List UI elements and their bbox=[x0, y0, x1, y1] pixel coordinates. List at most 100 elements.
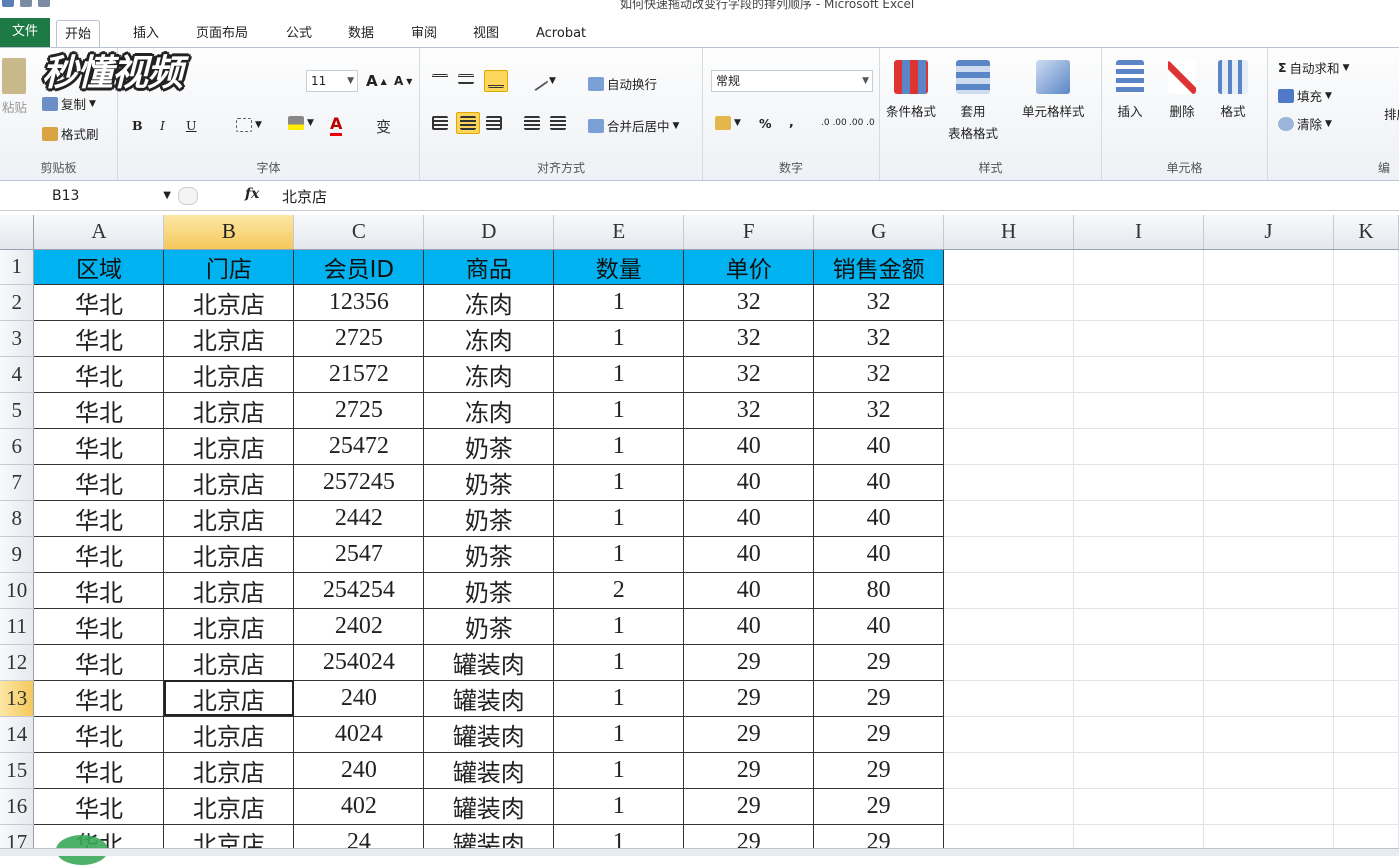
redo-icon[interactable] bbox=[38, 0, 50, 7]
increase-decimal-button[interactable]: .0 .00 bbox=[821, 118, 847, 128]
data-cell[interactable]: 华北 bbox=[33, 751, 165, 789]
border-button[interactable]: ▼ bbox=[236, 118, 262, 132]
data-cell[interactable]: 奶茶 bbox=[423, 499, 555, 537]
active-cell[interactable]: 北京店 bbox=[163, 679, 295, 717]
empty-cell[interactable] bbox=[1203, 680, 1334, 717]
tab-file[interactable]: 文件 bbox=[0, 18, 50, 48]
empty-cell[interactable] bbox=[943, 572, 1075, 609]
data-cell[interactable]: 29 bbox=[683, 787, 815, 825]
row-header[interactable]: 1 bbox=[0, 249, 35, 285]
data-cell[interactable]: 1 bbox=[553, 355, 685, 393]
data-cell[interactable]: 北京店 bbox=[163, 535, 295, 573]
align-center-button[interactable] bbox=[456, 112, 480, 134]
empty-cell[interactable] bbox=[943, 249, 1075, 285]
column-header-i[interactable]: I bbox=[1073, 215, 1204, 250]
wrap-text-button[interactable]: 自动换行 bbox=[588, 74, 657, 93]
tab-home[interactable]: 开始 bbox=[56, 20, 101, 48]
format-cells-button[interactable]: 格式 bbox=[1218, 60, 1248, 120]
data-cell[interactable]: 32 bbox=[813, 355, 945, 393]
empty-cell[interactable] bbox=[1073, 608, 1204, 645]
data-cell[interactable]: 257245 bbox=[293, 463, 425, 501]
column-header-h[interactable]: H bbox=[943, 215, 1075, 250]
empty-cell[interactable] bbox=[943, 752, 1075, 789]
undo-icon[interactable] bbox=[20, 0, 32, 7]
data-cell[interactable]: 北京店 bbox=[163, 427, 295, 465]
worksheet-grid[interactable]: ABCDEFGHIJK 1 区域 门店 会员ID 商品 数量 单价 销售金额 2 华北 北京店 123… bbox=[0, 215, 1399, 856]
empty-cell[interactable] bbox=[943, 716, 1075, 753]
data-cell[interactable]: 北京店 bbox=[163, 319, 295, 357]
empty-cell[interactable] bbox=[1073, 392, 1204, 429]
data-cell[interactable]: 32 bbox=[683, 355, 815, 393]
column-header-e[interactable]: E bbox=[553, 215, 685, 250]
data-cell[interactable]: 40 bbox=[683, 427, 815, 465]
data-cell[interactable]: 21572 bbox=[293, 355, 425, 393]
format-as-table-button[interactable]: 套用 表格格式 bbox=[948, 60, 998, 142]
empty-cell[interactable] bbox=[1203, 536, 1334, 573]
italic-button[interactable]: I bbox=[160, 118, 165, 133]
row-header[interactable]: 4 bbox=[0, 356, 35, 393]
data-cell[interactable]: 华北 bbox=[33, 283, 165, 321]
data-cell[interactable]: 12356 bbox=[293, 283, 425, 321]
data-cell[interactable]: 254024 bbox=[293, 643, 425, 681]
cell-grid[interactable]: ABCDEFGHIJK 1 区域 门店 会员ID 商品 数量 单价 销售金额 2 华北 北京店 123… bbox=[0, 215, 1399, 856]
data-cell[interactable]: 29 bbox=[683, 715, 815, 753]
data-cell[interactable]: 29 bbox=[683, 643, 815, 681]
format-painter-button[interactable]: 格式刷 bbox=[42, 124, 99, 143]
empty-cell[interactable] bbox=[1203, 392, 1334, 429]
data-cell[interactable]: 80 bbox=[813, 571, 945, 609]
empty-cell[interactable] bbox=[1333, 752, 1399, 789]
save-icon[interactable] bbox=[2, 0, 14, 7]
align-bottom-button[interactable] bbox=[484, 70, 508, 92]
data-cell[interactable]: 40 bbox=[813, 535, 945, 573]
row-header[interactable]: 14 bbox=[0, 716, 35, 753]
empty-cell[interactable] bbox=[1333, 788, 1399, 825]
data-cell[interactable]: 1 bbox=[553, 787, 685, 825]
data-cell[interactable]: 2725 bbox=[293, 319, 425, 357]
empty-cell[interactable] bbox=[1073, 428, 1204, 465]
decrease-decimal-button[interactable]: .00 .0 bbox=[849, 118, 875, 128]
data-cell[interactable]: 华北 bbox=[33, 391, 165, 429]
data-cell[interactable]: 1 bbox=[553, 535, 685, 573]
column-header-f[interactable]: F bbox=[683, 215, 815, 250]
data-cell[interactable]: 华北 bbox=[33, 643, 165, 681]
comma-button[interactable]: , bbox=[789, 114, 794, 129]
data-cell[interactable]: 华北 bbox=[33, 463, 165, 501]
header-cell[interactable]: 会员ID bbox=[293, 248, 425, 285]
data-cell[interactable]: 华北 bbox=[33, 355, 165, 393]
column-header-k[interactable]: K bbox=[1333, 215, 1399, 250]
empty-cell[interactable] bbox=[1073, 500, 1204, 537]
empty-cell[interactable] bbox=[1073, 536, 1204, 573]
data-cell[interactable]: 1 bbox=[553, 751, 685, 789]
data-cell[interactable]: 1 bbox=[553, 391, 685, 429]
empty-cell[interactable] bbox=[1203, 320, 1334, 357]
data-cell[interactable]: 4024 bbox=[293, 715, 425, 753]
data-cell[interactable]: 奶茶 bbox=[423, 607, 555, 645]
row-header[interactable]: 2 bbox=[0, 284, 35, 321]
data-cell[interactable]: 29 bbox=[813, 715, 945, 753]
tab-formulas[interactable]: 公式 bbox=[278, 20, 320, 48]
data-cell[interactable]: 罐装肉 bbox=[423, 787, 555, 825]
quick-access-toolbar[interactable] bbox=[2, 0, 132, 10]
insert-cells-button[interactable]: 插入 bbox=[1116, 60, 1144, 120]
tab-data[interactable]: 数据 bbox=[340, 20, 382, 48]
empty-cell[interactable] bbox=[1333, 680, 1399, 717]
empty-cell[interactable] bbox=[1333, 464, 1399, 501]
clear-button[interactable]: 清除 ▼ bbox=[1278, 114, 1332, 133]
empty-cell[interactable] bbox=[1203, 464, 1334, 501]
empty-cell[interactable] bbox=[1333, 644, 1399, 681]
empty-cell[interactable] bbox=[1203, 608, 1334, 645]
empty-cell[interactable] bbox=[1203, 644, 1334, 681]
underline-button[interactable]: U bbox=[186, 118, 197, 133]
tab-page-layout[interactable]: 页面布局 bbox=[188, 20, 256, 48]
grow-font-button[interactable]: A ▲ bbox=[366, 72, 387, 90]
empty-cell[interactable] bbox=[943, 320, 1075, 357]
phonetic-button[interactable]: 变 bbox=[376, 116, 391, 137]
conditional-format-button[interactable]: 条件格式 bbox=[886, 60, 936, 120]
empty-cell[interactable] bbox=[1073, 249, 1204, 285]
data-cell[interactable]: 402 bbox=[293, 787, 425, 825]
row-header[interactable]: 7 bbox=[0, 464, 35, 501]
header-cell[interactable]: 数量 bbox=[553, 248, 685, 285]
data-cell[interactable]: 1 bbox=[553, 715, 685, 753]
data-cell[interactable]: 40 bbox=[813, 499, 945, 537]
empty-cell[interactable] bbox=[1333, 249, 1399, 285]
